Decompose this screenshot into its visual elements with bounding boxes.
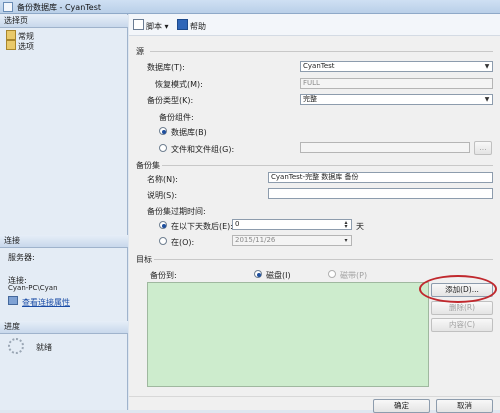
recovery-model-label: 恢复模式(M):	[155, 80, 203, 89]
database-label: 数据库(T):	[147, 63, 185, 72]
server-label: 服务器:	[8, 253, 35, 262]
radio-disk[interactable]	[254, 270, 262, 278]
highlight-circle	[419, 275, 497, 303]
script-icon	[133, 19, 144, 30]
connection-value: Cyan-PC\Cyan	[8, 284, 58, 292]
source-divider	[150, 51, 493, 52]
page-item-label: 选项	[18, 42, 34, 51]
page-icon	[6, 30, 16, 40]
page-item-general[interactable]: 常规	[6, 30, 34, 41]
radio-tape[interactable]	[328, 270, 336, 278]
destination-section-title: 目标	[136, 255, 152, 264]
stepper-arrows-icon[interactable]: ▴ ▾	[342, 220, 350, 229]
page-icon	[6, 40, 16, 50]
on-date-picker: 2015/11/26 ▾	[232, 235, 352, 246]
after-days-stepper[interactable]: 0 ▴ ▾	[232, 219, 352, 230]
expiration-label: 备份集过期时间:	[147, 207, 206, 216]
source-section-title: 源	[136, 47, 144, 56]
help-label: 帮助	[190, 22, 206, 31]
page-item-options[interactable]: 选项	[6, 40, 34, 51]
script-button[interactable]: 脚本 ▾	[133, 19, 169, 31]
cancel-button[interactable]: 取消	[436, 399, 493, 413]
radio-database-label: 数据库(B)	[171, 128, 207, 137]
backup-type-label: 备份类型(K):	[147, 96, 194, 105]
title-bar: 备份数据库 - CyanTest	[0, 0, 500, 14]
backup-component-label: 备份组件:	[159, 113, 194, 122]
radio-filegroup[interactable]	[159, 144, 167, 152]
description-label: 说明(S):	[147, 191, 178, 200]
on-date-value: 2015/11/26	[235, 236, 276, 244]
window-title: 备份数据库 - CyanTest	[17, 3, 102, 12]
contents-button[interactable]: 内容(C)	[431, 318, 493, 332]
radio-on-date[interactable]	[159, 237, 167, 245]
progress-status: 就绪	[36, 343, 52, 352]
backup-name-input[interactable]: CyanTest-完整 数据库 备份	[268, 172, 493, 183]
after-days-label: 在以下天数后(E):	[171, 222, 233, 231]
filegroup-browse-button[interactable]: ...	[474, 141, 492, 155]
destination-divider	[154, 259, 493, 260]
select-page-header: 选择页	[0, 15, 128, 28]
view-connection-properties-link[interactable]: 查看连接属性	[22, 297, 70, 308]
footer-divider	[129, 396, 500, 397]
destination-list[interactable]	[147, 282, 429, 387]
calendar-dropdown-icon: ▾	[344, 237, 348, 244]
backup-to-label: 备份到:	[150, 271, 177, 280]
after-days-value: 0	[235, 220, 240, 228]
progress-header: 进度	[0, 321, 128, 334]
database-select[interactable]: CyanTest ▼	[300, 61, 493, 72]
disk-label: 磁盘(I)	[266, 271, 291, 280]
radio-filegroup-label: 文件和文件组(G):	[171, 145, 235, 154]
help-button[interactable]: 帮助	[177, 19, 206, 31]
on-date-label: 在(O):	[171, 238, 195, 247]
filegroup-field	[300, 142, 470, 153]
radio-after-days[interactable]	[159, 221, 167, 229]
help-icon	[177, 19, 188, 30]
chevron-down-icon: ▼	[484, 63, 490, 70]
description-input[interactable]	[268, 188, 493, 199]
chevron-down-icon: ▼	[484, 96, 490, 103]
remove-button[interactable]: 删除(R)	[431, 301, 493, 315]
tape-label: 磁带(P)	[340, 271, 368, 280]
connection-header: 连接	[0, 235, 128, 248]
connection-properties-icon	[8, 296, 18, 305]
backup-set-section-title: 备份集	[136, 161, 160, 170]
recovery-model-field: FULL	[300, 78, 493, 89]
backup-type-value: 完整	[303, 95, 317, 103]
toolbar: 脚本 ▾ 帮助	[129, 14, 500, 36]
backup-type-select[interactable]: 完整 ▼	[300, 94, 493, 105]
chevron-down-icon: ▾	[164, 22, 169, 31]
database-icon	[3, 2, 13, 12]
backup-set-divider	[162, 165, 493, 166]
backup-name-label: 名称(N):	[147, 175, 178, 184]
database-value: CyanTest	[303, 62, 335, 70]
progress-spinner-icon	[8, 338, 24, 354]
radio-database[interactable]	[159, 127, 167, 135]
script-label: 脚本	[146, 22, 162, 31]
days-unit-label: 天	[356, 222, 364, 231]
ok-button[interactable]: 确定	[373, 399, 430, 413]
